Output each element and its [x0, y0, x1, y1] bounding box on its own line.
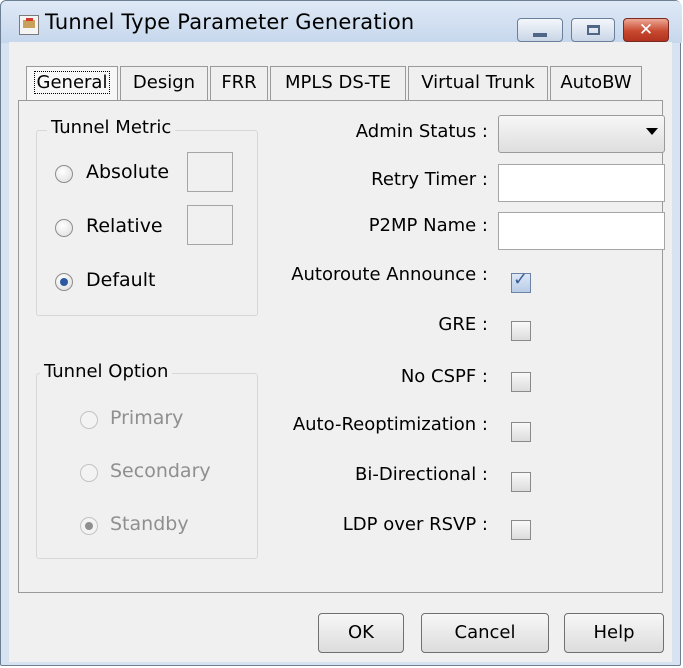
maximize-icon [587, 25, 600, 35]
help-button[interactable]: Help [564, 613, 664, 653]
tab-general[interactable]: General [26, 66, 118, 100]
tab-autobw[interactable]: AutoBW [550, 66, 642, 100]
auto-reoptimization-checkbox[interactable] [511, 422, 531, 442]
admin-status-label: Admin Status : [355, 121, 488, 142]
window-title: Tunnel Type Parameter Generation [45, 10, 415, 34]
p2mp-name-input[interactable] [498, 212, 665, 250]
cancel-button[interactable]: Cancel [421, 613, 549, 653]
relative-label: Relative [86, 215, 163, 237]
auto-reoptimization-label: Auto-Reoptimization : [292, 414, 488, 435]
tab-frr[interactable]: FRR [210, 66, 268, 100]
default-radio[interactable] [55, 273, 73, 291]
secondary-radio[interactable] [80, 464, 98, 482]
tab-mpls-ds-te[interactable]: MPLS DS-TE [270, 66, 406, 100]
absolute-label: Absolute [86, 161, 170, 183]
standby-label: Standby [110, 513, 189, 535]
relative-radio[interactable] [55, 219, 73, 237]
maximize-button[interactable] [571, 18, 615, 42]
close-button[interactable]: ✕ [623, 18, 669, 42]
absolute-value-field [187, 152, 233, 192]
standby-radio[interactable] [80, 517, 98, 535]
bi-directional-checkbox[interactable] [511, 472, 531, 492]
ldp-over-rsvp-label: LDP over RSVP : [342, 514, 488, 535]
primary-radio[interactable] [80, 411, 98, 429]
tunnel-metric-legend: Tunnel Metric [47, 117, 176, 138]
autoroute-announce-checkbox[interactable]: ✓ [511, 269, 531, 293]
tab-design[interactable]: Design [120, 66, 208, 100]
autoroute-announce-label: Autoroute Announce : [291, 264, 488, 285]
no-cspf-label: No CSPF : [400, 366, 488, 387]
retry-timer-input[interactable] [498, 164, 665, 202]
title-bar[interactable]: Tunnel Type Parameter Generation ✕ [1, 1, 682, 43]
absolute-radio[interactable] [55, 165, 73, 183]
no-cspf-checkbox[interactable] [511, 372, 531, 392]
java-app-icon [19, 15, 39, 35]
relative-value-field [187, 205, 233, 245]
tab-general-label: General [33, 71, 111, 94]
checkmark-icon: ✓ [513, 269, 529, 290]
p2mp-name-label: P2MP Name : [368, 215, 488, 236]
close-icon: ✕ [638, 20, 654, 40]
ldp-over-rsvp-checkbox[interactable] [511, 520, 531, 540]
tunnel-option-legend: Tunnel Option [40, 361, 173, 382]
gre-checkbox[interactable] [511, 321, 531, 341]
ok-button[interactable]: OK [318, 613, 404, 653]
bi-directional-label: Bi-Directional : [355, 464, 488, 485]
default-label: Default [86, 269, 156, 291]
chevron-down-icon [646, 128, 658, 135]
admin-status-dropdown[interactable] [498, 115, 665, 153]
minimize-icon [533, 33, 547, 37]
primary-label: Primary [110, 407, 184, 429]
minimize-button[interactable] [517, 18, 563, 42]
gre-label: GRE : [438, 314, 488, 335]
secondary-label: Secondary [110, 460, 211, 482]
retry-timer-label: Retry Timer : [371, 169, 488, 190]
tab-virtual-trunk[interactable]: Virtual Trunk [408, 66, 548, 100]
